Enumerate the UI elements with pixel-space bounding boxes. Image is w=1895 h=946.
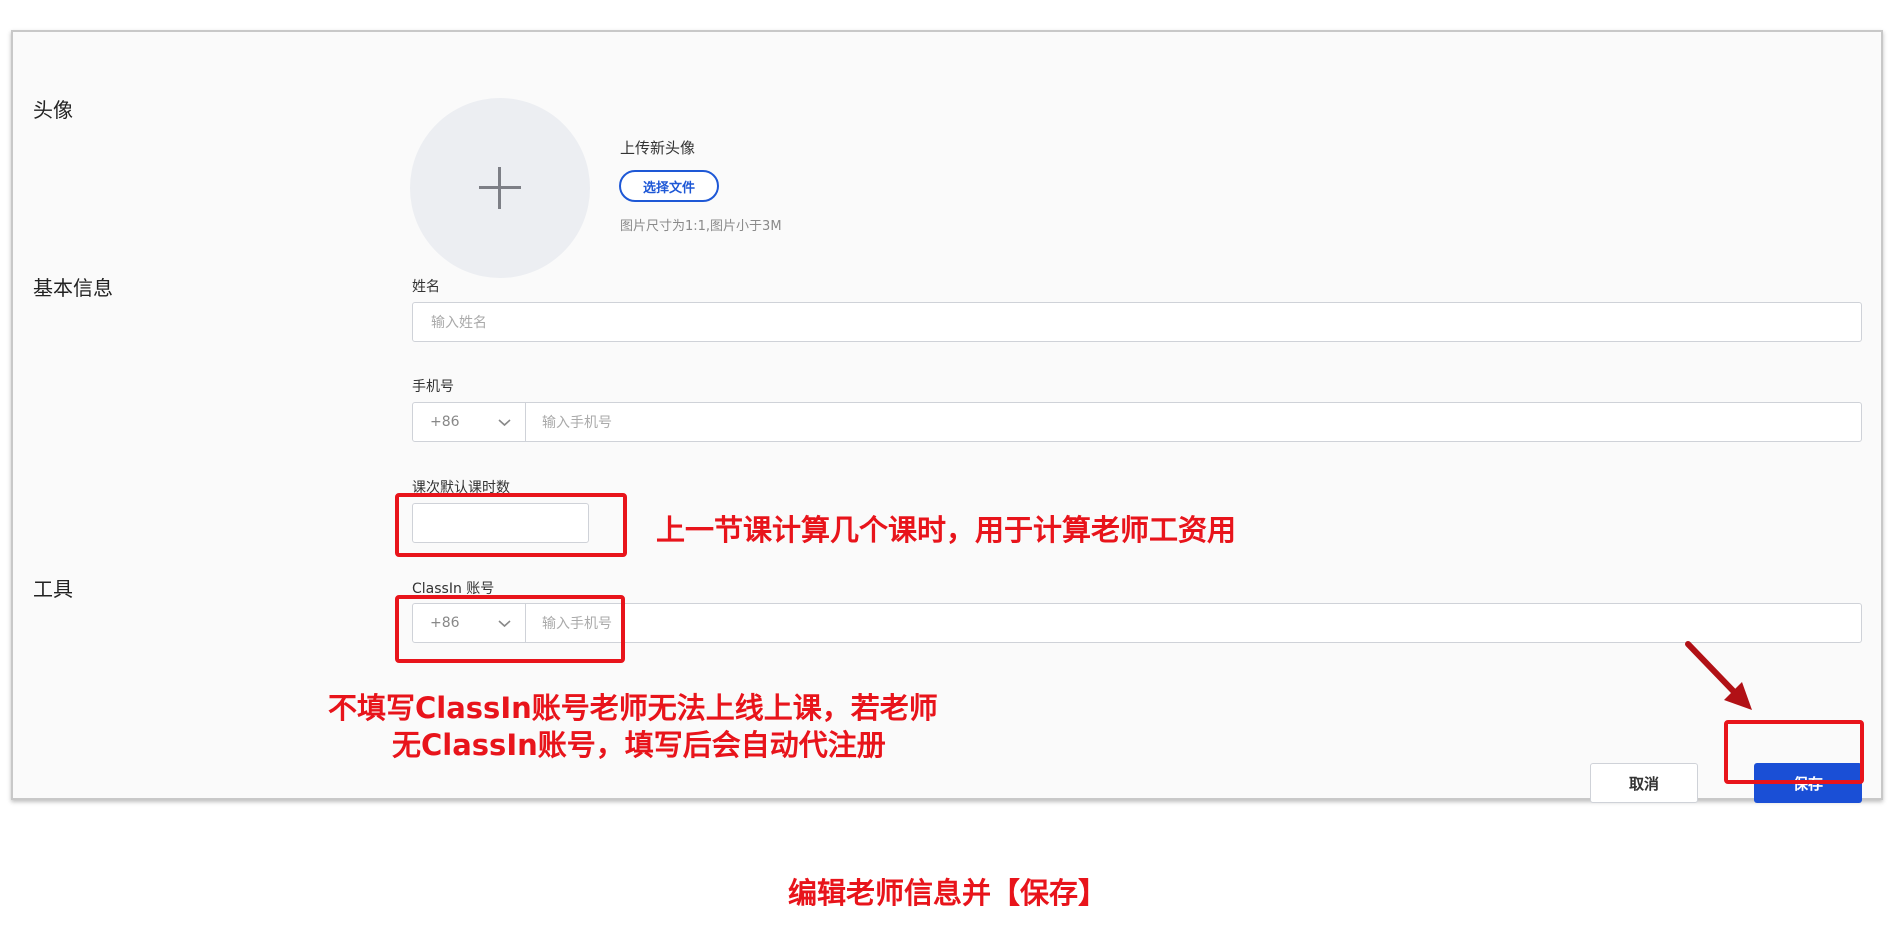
teacher-edit-form: 头像 上传新头像 选择文件 图片尺寸为1:1,图片小于3M 基本信息 姓名 输入… xyxy=(11,30,1883,803)
cancel-button[interactable]: 取消 xyxy=(1590,763,1698,803)
section-label-basic-info: 基本信息 xyxy=(33,276,113,300)
classin-annotation-line2: 无ClassIn账号，填写后会自动代注册 xyxy=(392,728,886,762)
upload-hint: 图片尺寸为1:1,图片小于3M xyxy=(620,219,782,234)
lesson-hours-highlight xyxy=(395,493,627,557)
chevron-down-icon xyxy=(498,418,511,426)
classin-account-field: +86 输入手机号 xyxy=(412,603,1862,643)
avatar-upload[interactable] xyxy=(410,98,590,278)
lesson-hours-annotation: 上一节课计算几个课时，用于计算老师工资用 xyxy=(656,513,1237,547)
country-code-value: +86 xyxy=(430,414,460,430)
save-highlight xyxy=(1724,720,1864,784)
phone-input[interactable]: 输入手机号 xyxy=(526,403,1861,441)
classin-phone-input[interactable]: 输入手机号 xyxy=(526,604,1861,642)
name-input[interactable]: 输入姓名 xyxy=(412,302,1862,342)
classin-annotation-line1: 不填写ClassIn账号老师无法上线上课，若老师 xyxy=(328,691,938,725)
section-label-avatar: 头像 xyxy=(33,98,73,122)
upload-avatar-title: 上传新头像 xyxy=(620,139,696,157)
phone-field: +86 输入手机号 xyxy=(412,402,1862,442)
page-caption: 编辑老师信息并【保存】 xyxy=(787,876,1107,910)
classin-highlight xyxy=(395,595,625,663)
arrow-icon xyxy=(1685,641,1752,710)
section-label-tools: 工具 xyxy=(33,577,73,601)
country-code-select[interactable]: +86 xyxy=(413,403,526,441)
phone-label: 手机号 xyxy=(412,379,454,395)
choose-file-button[interactable]: 选择文件 xyxy=(619,170,719,202)
name-label: 姓名 xyxy=(412,279,440,295)
